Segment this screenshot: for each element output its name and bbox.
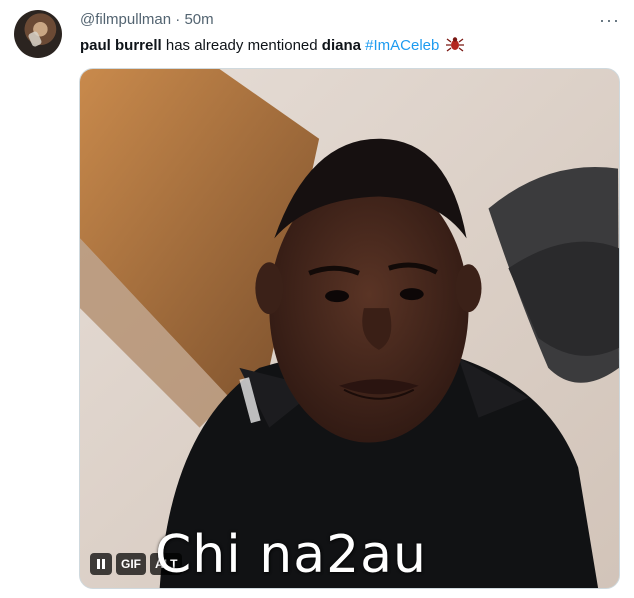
tweet-text-diana: diana <box>321 37 361 54</box>
more-options-icon[interactable]: ··· <box>599 10 620 31</box>
alt-button[interactable]: ALT <box>150 553 183 575</box>
avatar[interactable] <box>14 10 62 58</box>
tweet-media-gif[interactable]: GIF ALT <box>79 68 620 589</box>
separator: · <box>175 11 181 28</box>
pause-icon-bar-right <box>102 559 105 569</box>
tweet-text: paul burrell has already mentioned diana… <box>80 36 464 58</box>
tweet-time[interactable]: 50m <box>184 11 213 28</box>
gif-badge[interactable]: GIF <box>116 553 146 575</box>
media-controls: GIF ALT <box>90 553 183 575</box>
user-handle[interactable]: @filmpullman <box>80 11 171 28</box>
pause-icon-bar-left <box>97 559 100 569</box>
hashtag-emoji-icon <box>445 36 464 58</box>
avatar-accent <box>27 30 43 48</box>
tweet-text-mid: has already mentioned <box>161 37 322 54</box>
hashtag-link[interactable]: #ImACeleb <box>365 37 439 54</box>
tweet-text-name: paul burrell <box>80 37 162 54</box>
tweet-header: @filmpullman · 50m <box>80 11 214 28</box>
gif-frame-image <box>80 69 619 588</box>
pause-button[interactable] <box>90 553 112 575</box>
